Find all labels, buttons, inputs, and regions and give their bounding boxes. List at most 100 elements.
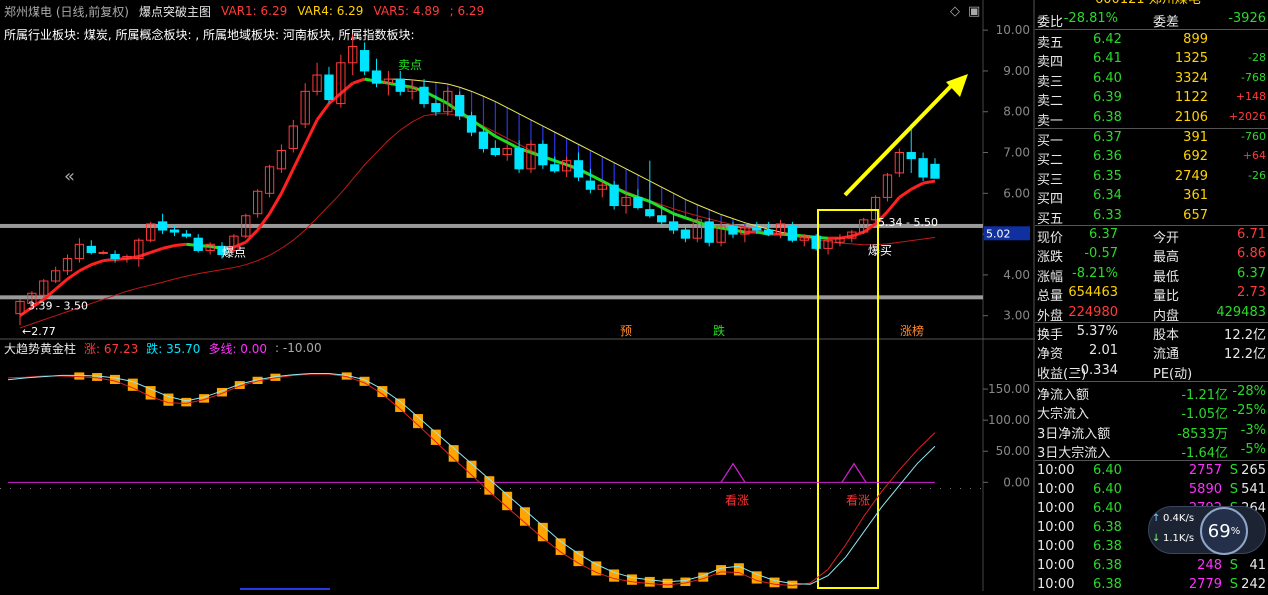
tick-volume: 2757	[1188, 463, 1222, 478]
bid-volume: 657	[1183, 207, 1208, 223]
candle-body	[478, 131, 489, 149]
tick-price: 6.40	[1093, 482, 1122, 497]
tick-count: 265	[1241, 463, 1266, 478]
tick-row: 10:00 6.40 5890 S 541	[1035, 481, 1268, 500]
bid-volume: 361	[1183, 188, 1208, 204]
candle-body	[169, 229, 180, 233]
candle-body	[704, 221, 714, 243]
weicha-value: -3926	[1228, 11, 1266, 26]
candle	[740, 225, 750, 243]
ask-label: 卖三	[1037, 74, 1064, 90]
divider	[1035, 460, 1268, 461]
burst-point-label: 爆点	[222, 245, 246, 259]
candle	[716, 221, 726, 247]
flow-pct: -3%	[1240, 422, 1266, 438]
download-speed: 1.1K/s	[1163, 533, 1195, 544]
bid-change: -760	[1241, 130, 1266, 143]
fast-ma-segment	[922, 179, 936, 185]
quote-label: 最低	[1153, 269, 1180, 285]
candle-body	[419, 86, 429, 105]
candle-body	[455, 94, 465, 117]
download-arrow-icon: ↓	[1152, 533, 1161, 544]
quote-label: 现价	[1037, 231, 1064, 246]
burst-buy-label: 爆买	[868, 243, 892, 257]
quote-label: 内盘	[1153, 308, 1180, 324]
bid-volume: 391	[1183, 130, 1208, 145]
y-tick-label: 7.00	[1003, 146, 1030, 160]
quote-value: 6.37	[1237, 265, 1266, 281]
multi-spike	[841, 462, 867, 483]
quote-value: 224980	[1068, 304, 1118, 320]
bid-row: 买三 6.35 2749 -26	[1035, 168, 1268, 188]
tick-volume: 5890	[1188, 482, 1222, 497]
stats-label: 净资	[1037, 347, 1064, 363]
candle	[300, 83, 310, 129]
candle	[312, 62, 322, 96]
candle	[276, 144, 287, 173]
flow-row: 3日净流入额 -8533万 -3%	[1035, 422, 1268, 442]
quote-row: 外盘 224980 内盘 429483	[1035, 304, 1268, 324]
candle-body	[371, 70, 382, 84]
candle-body	[645, 209, 655, 217]
stats-label: PE(动)	[1153, 366, 1193, 382]
sub-y-tick-label: 150.00	[988, 382, 1030, 396]
tick-count: 41	[1249, 558, 1266, 573]
ask-volume: 2106	[1174, 109, 1208, 125]
gold-bar	[662, 578, 673, 588]
bid-row: 买四 6.34 361	[1035, 187, 1268, 207]
sub-y-tick-label: 100.00	[988, 413, 1030, 427]
candle	[882, 172, 893, 202]
tick-time: 10:00	[1037, 539, 1075, 554]
candle	[264, 164, 275, 198]
upload-arrow-icon: ↑	[1152, 513, 1161, 524]
candle	[134, 238, 144, 267]
quote-value: 6.86	[1237, 246, 1266, 262]
multi-spike	[720, 462, 746, 483]
flow-pct: -5%	[1240, 442, 1266, 458]
candle-body	[918, 158, 928, 178]
candle	[50, 266, 61, 284]
candle	[609, 181, 619, 210]
support-band	[0, 295, 983, 300]
sub-y-tick-label: 50.00	[996, 444, 1030, 458]
flow-label: 3日大宗流入	[1037, 446, 1111, 462]
gold-bar	[413, 414, 424, 429]
ask-price: 6.40	[1093, 70, 1122, 86]
stats-row: 换手 5.37% 股本 12.2亿	[1035, 323, 1268, 343]
candle	[39, 278, 49, 298]
bid-volume: 692	[1183, 149, 1208, 165]
tick-time: 10:00	[1037, 482, 1075, 497]
bid-label: 买三	[1037, 172, 1064, 188]
quote-label: 最高	[1153, 250, 1180, 266]
gold-bar	[573, 550, 584, 567]
candle-body	[633, 196, 643, 209]
bullish-label: 看涨	[725, 492, 749, 507]
candle	[193, 234, 203, 253]
quote-value: 654463	[1068, 285, 1118, 301]
bid-label: 买五	[1037, 211, 1064, 227]
flow-pct: -25%	[1232, 403, 1266, 419]
candle-body	[763, 229, 774, 235]
tick-side: S	[1229, 463, 1238, 478]
sell-point-label: 卖点	[398, 58, 422, 72]
chart-canvas[interactable]: 10.009.008.007.006.005.004.003.003.39 - …	[0, 0, 1035, 591]
candle-body	[193, 237, 203, 251]
fast-ma-segment	[103, 257, 116, 263]
quote-label: 涨跌	[1037, 250, 1064, 266]
upload-speed: 0.4K/s	[1163, 513, 1195, 524]
bid-volume: 2749	[1174, 168, 1208, 184]
tick-price: 6.38	[1093, 577, 1122, 592]
ask-row: 卖二 6.39 1122 +148	[1035, 89, 1268, 109]
ask-price: 6.42	[1093, 32, 1122, 47]
ask-price: 6.38	[1093, 109, 1122, 125]
candle-body	[395, 78, 405, 92]
quote-panel: 600121 郑州煤电委比-28.81% 委差 -3926 卖五 6.42 899 卖四 6.…	[1035, 0, 1268, 592]
fast-ma-segment	[54, 277, 69, 291]
flow-value: -1.05亿	[1181, 407, 1228, 423]
y-tick-label: 9.00	[1003, 64, 1030, 78]
cpu-usage-indicator[interactable]: 69%	[1200, 507, 1248, 555]
weibi-label: 委比	[1037, 15, 1064, 30]
gold-bar	[92, 373, 103, 381]
fast-ma-segment	[625, 191, 639, 199]
quote-value: 6.71	[1237, 227, 1266, 242]
